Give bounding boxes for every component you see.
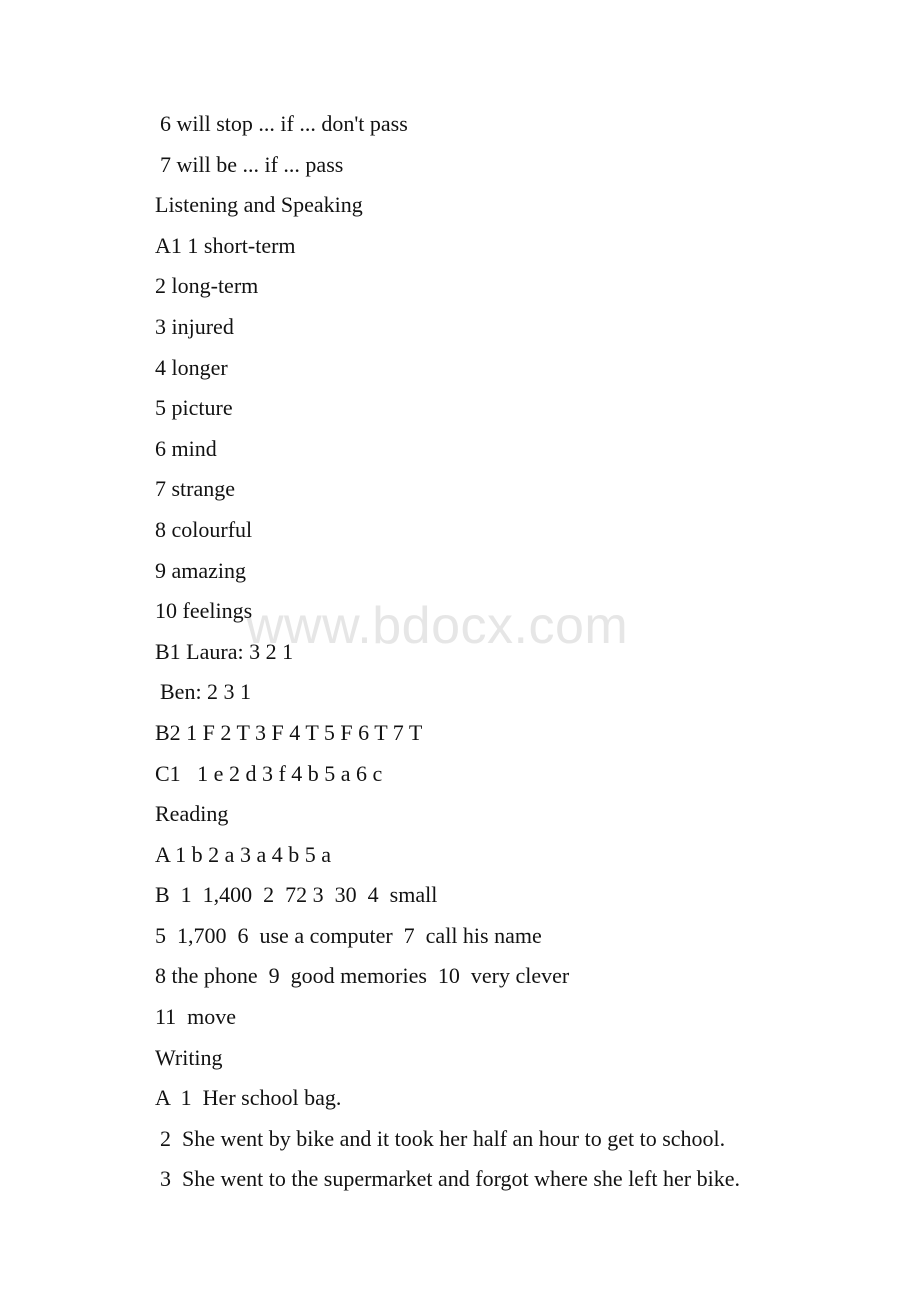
text-line: C1 1 e 2 d 3 f 4 b 5 a 6 c: [155, 760, 383, 786]
text-line: A 1 b 2 a 3 a 4 b 5 a: [155, 841, 331, 867]
text-line: A 1 Her school bag.: [155, 1085, 342, 1111]
text-line: 5 picture: [155, 395, 233, 421]
text-line: 6 will stop ... if ... don't pass: [160, 111, 408, 136]
text-line: 3 She went to the supermarket and forgot…: [160, 1166, 740, 1192]
text-line: 4 longer: [155, 354, 228, 380]
text-line: 6 mind: [155, 435, 217, 461]
document-page: www.bdocx.com 6 will stop ... if ... don…: [0, 0, 920, 1302]
text-line: 2 long-term: [155, 273, 259, 299]
text-line: 8 colourful: [155, 516, 253, 542]
text-line: B2 1 F 2 T 3 F 4 T 5 F 6 T 7 T: [155, 719, 423, 745]
text-line: 8 the phone 9 good memories 10 very clev…: [155, 963, 570, 989]
text-line: Ben: 2 3 1: [160, 679, 252, 705]
text-line: Writing: [155, 1044, 223, 1070]
text-line: 10 feelings: [155, 598, 253, 624]
text-line: 3 injured: [155, 313, 234, 339]
text-line: 11 move: [155, 1004, 237, 1030]
text-line: A1 1 short-term: [155, 232, 296, 258]
text-line: B 1 1,400 2 72 3 30 4 small: [155, 882, 438, 908]
text-line: 2 She went by bike and it took her half …: [160, 1125, 726, 1151]
text-line: Listening and Speaking: [155, 192, 363, 218]
text-line: 7 will be ... if ... pass: [160, 151, 344, 177]
document-text-body: 6 will stop ... if ... don't pass 7 will …: [0, 0, 920, 1200]
text-line: 5 1,700 6 use a computer 7 call his name: [155, 922, 542, 948]
text-line: 7 strange: [155, 476, 236, 502]
text-line: B1 Laura: 3 2 1: [155, 638, 294, 664]
text-line: 9 amazing: [155, 557, 247, 583]
text-line: Reading: [155, 801, 229, 827]
